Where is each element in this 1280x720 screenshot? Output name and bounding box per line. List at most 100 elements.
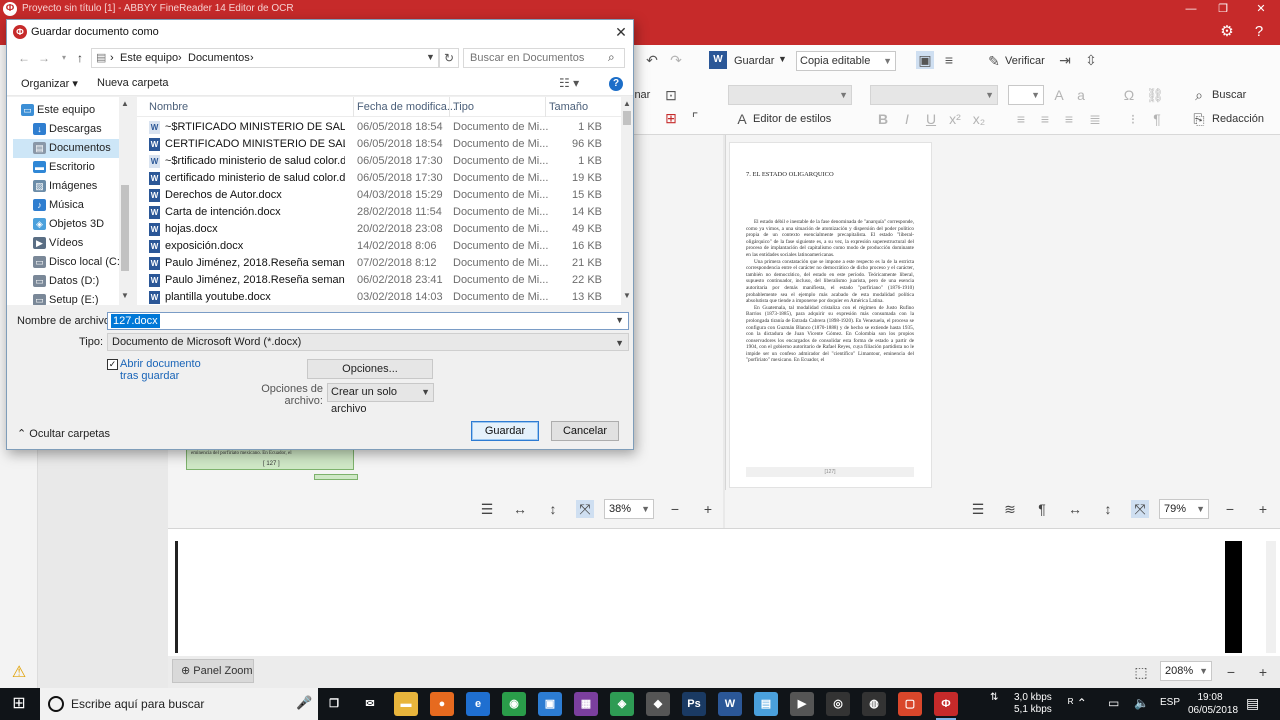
tree-scrollbar[interactable]: ▲ ▼ <box>119 97 131 305</box>
file-row[interactable]: W Paulo Jiménez, 2018.Reseña semana 11.d.… <box>137 272 621 289</box>
filename-value[interactable]: 127.docx <box>111 314 160 328</box>
open-after-save-checkbox[interactable]: ✓ <box>107 359 118 370</box>
style-editor-button[interactable]: Editor de estilos <box>753 113 831 125</box>
chevron-down-icon[interactable]: ▼ <box>426 52 435 62</box>
fit-area-icon[interactable]: ⬚ <box>1132 663 1150 681</box>
volume-icon[interactable]: 🔈 <box>1134 696 1149 710</box>
mode-select[interactable]: Copia editable ▼ <box>796 51 896 71</box>
tree-item[interactable]: ♪ Música <box>13 196 121 215</box>
notifications-icon[interactable]: ▤ <box>1246 695 1259 712</box>
fit-width-icon[interactable]: ↔ <box>1066 500 1084 518</box>
file-type-select[interactable]: Documento de Microsoft Word (*.docx) ▼ <box>107 333 629 351</box>
column-type-header[interactable]: Tipo <box>453 101 474 113</box>
refresh-button[interactable]: ↻ <box>439 48 459 68</box>
zoom-in-icon[interactable]: + <box>699 500 717 518</box>
scroll-up-icon[interactable]: ▲ <box>121 99 129 108</box>
task-view-icon[interactable]: ❐ <box>322 692 346 716</box>
notes-icon[interactable]: ▤ <box>754 692 778 716</box>
recognize-icon[interactable]: ⊡ <box>662 86 680 104</box>
tree-item[interactable]: ▨ Imágenes <box>13 177 121 196</box>
save-dropdown-icon[interactable]: ▼ <box>778 54 787 64</box>
recent-dropdown-icon[interactable]: ▾ <box>57 50 71 66</box>
tree-item[interactable]: ▭ Disco local (C:) <box>13 253 124 272</box>
tree-item[interactable]: ▶ Vídeos <box>13 234 121 253</box>
scroll-thumb[interactable] <box>623 111 631 125</box>
fit-width-icon[interactable]: ↔ <box>511 500 529 518</box>
image-zoom-select[interactable]: 38% ▼ <box>604 499 654 519</box>
chrome-icon[interactable]: ◉ <box>502 692 526 716</box>
back-arrow-icon[interactable]: ← <box>17 50 31 66</box>
scroll-thumb[interactable] <box>121 185 129 271</box>
panel-zoom-button[interactable]: ⊕ Panel Zoom <box>172 659 254 683</box>
list-icon[interactable]: ☰ <box>969 500 987 518</box>
app-dark-icon[interactable]: ◎ <box>826 692 850 716</box>
file-row[interactable]: Wplantilla youtube.docx 03/02/2018 14:03 D… <box>137 289 621 305</box>
compare-icon[interactable]: ≋ <box>1001 500 1019 518</box>
view-options-icon[interactable]: ☷ ▾ <box>559 76 579 90</box>
network-icon[interactable]: ▭ <box>1108 696 1119 710</box>
help-icon[interactable]: ? <box>1249 22 1269 42</box>
superscript-icon[interactable]: x² <box>946 110 964 128</box>
minimize-button[interactable]: — <box>1176 1 1206 17</box>
file-row[interactable]: Whojas.docx 20/02/2018 23:08 Documento de … <box>137 221 621 238</box>
tree-item[interactable]: ↓ Descargas <box>13 120 121 139</box>
column-size-header[interactable]: Tamaño <box>549 101 588 113</box>
breadcrumb-documentos[interactable]: Documentos <box>188 52 250 64</box>
font-size-select[interactable]: ▼ <box>1008 85 1044 105</box>
mail-icon[interactable]: ✉ <box>358 692 382 716</box>
media-icon[interactable]: ▶ <box>790 692 814 716</box>
align-center-icon[interactable]: ≡ <box>1036 110 1054 128</box>
fit-page-icon[interactable]: ⤧ <box>576 500 594 518</box>
justify-icon[interactable]: ≣ <box>1086 110 1104 128</box>
address-bar[interactable]: ▤ › Este equipo › Documentos › ▼ <box>91 48 439 68</box>
corel-icon[interactable]: ◈ <box>610 692 634 716</box>
list-icon[interactable]: ⁝ <box>1124 110 1142 128</box>
finereader-icon[interactable]: Ф <box>934 692 958 720</box>
cancel-button[interactable]: Cancelar <box>551 421 619 441</box>
image-text-area-small[interactable] <box>314 474 358 480</box>
forward-arrow-icon[interactable]: → <box>37 50 51 66</box>
inkscape-icon[interactable]: ◆ <box>646 692 670 716</box>
verify-button[interactable]: Verificar <box>1005 55 1045 67</box>
firefox-icon[interactable]: ● <box>430 692 454 716</box>
page-icon[interactable]: ⇳ <box>1082 51 1100 69</box>
zoom-in-icon[interactable]: + <box>1254 663 1272 681</box>
zoom-out-icon[interactable]: − <box>1222 663 1240 681</box>
file-options-select[interactable]: Crear un solo archivo ▼ <box>327 383 434 415</box>
search-ribbon-button[interactable]: Buscar <box>1212 89 1246 101</box>
zoom-pane-select[interactable]: 208% ▼ <box>1160 661 1212 681</box>
zoom-out-icon[interactable]: − <box>1221 500 1239 518</box>
chevron-down-icon[interactable]: ▼ <box>615 315 624 325</box>
dialog-close-button[interactable]: ✕ <box>611 22 631 42</box>
align-right-icon[interactable]: ≡ <box>1060 110 1078 128</box>
grow-font-icon[interactable]: A <box>1050 86 1068 104</box>
file-list-scrollbar[interactable]: ▲ ▼ <box>621 97 633 305</box>
text-zoom-select[interactable]: 79% ▼ <box>1159 499 1209 519</box>
winrar-icon[interactable]: ▦ <box>574 692 598 716</box>
up-arrow-icon[interactable]: ↑ <box>73 50 87 66</box>
hide-folders-button[interactable]: ⌃ Ocultar carpetas <box>17 427 110 440</box>
redo-icon[interactable]: ↷ <box>667 51 685 69</box>
settings-gear-icon[interactable]: ⚙ <box>1217 22 1237 42</box>
edge-icon[interactable]: e <box>466 692 490 716</box>
style-select[interactable]: ▼ <box>870 85 998 105</box>
link-icon[interactable]: ⛓ <box>1146 86 1164 104</box>
align-left-icon[interactable]: ≡ <box>1012 110 1030 128</box>
paragraph-marks-icon[interactable]: ¶ <box>1033 500 1051 518</box>
close-app-button[interactable]: ✕ <box>1246 1 1276 17</box>
new-folder-button[interactable]: Nueva carpeta <box>97 77 169 89</box>
zoom-in-icon[interactable]: + <box>1254 500 1272 518</box>
app-red-icon[interactable]: ▢ <box>898 692 922 716</box>
text-view-icon[interactable]: ≡ <box>940 51 958 69</box>
breadcrumb-este-equipo[interactable]: Este equipo <box>120 52 178 64</box>
app-dark2-icon[interactable]: ◍ <box>862 692 886 716</box>
save-button[interactable]: Guardar <box>471 421 539 441</box>
shrink-font-icon[interactable]: a <box>1072 86 1090 104</box>
scroll-down-icon[interactable]: ▼ <box>623 291 631 300</box>
undo-icon[interactable]: ↶ <box>643 51 661 69</box>
search-icon[interactable]: ⌕ <box>1190 86 1208 104</box>
tree-item[interactable]: ▭ Este equipo <box>7 101 115 120</box>
zoom-out-icon[interactable]: − <box>666 500 684 518</box>
clock[interactable]: 19:08 06/05/2018 <box>1188 691 1238 717</box>
search-box[interactable]: ⌕ <box>463 48 625 68</box>
